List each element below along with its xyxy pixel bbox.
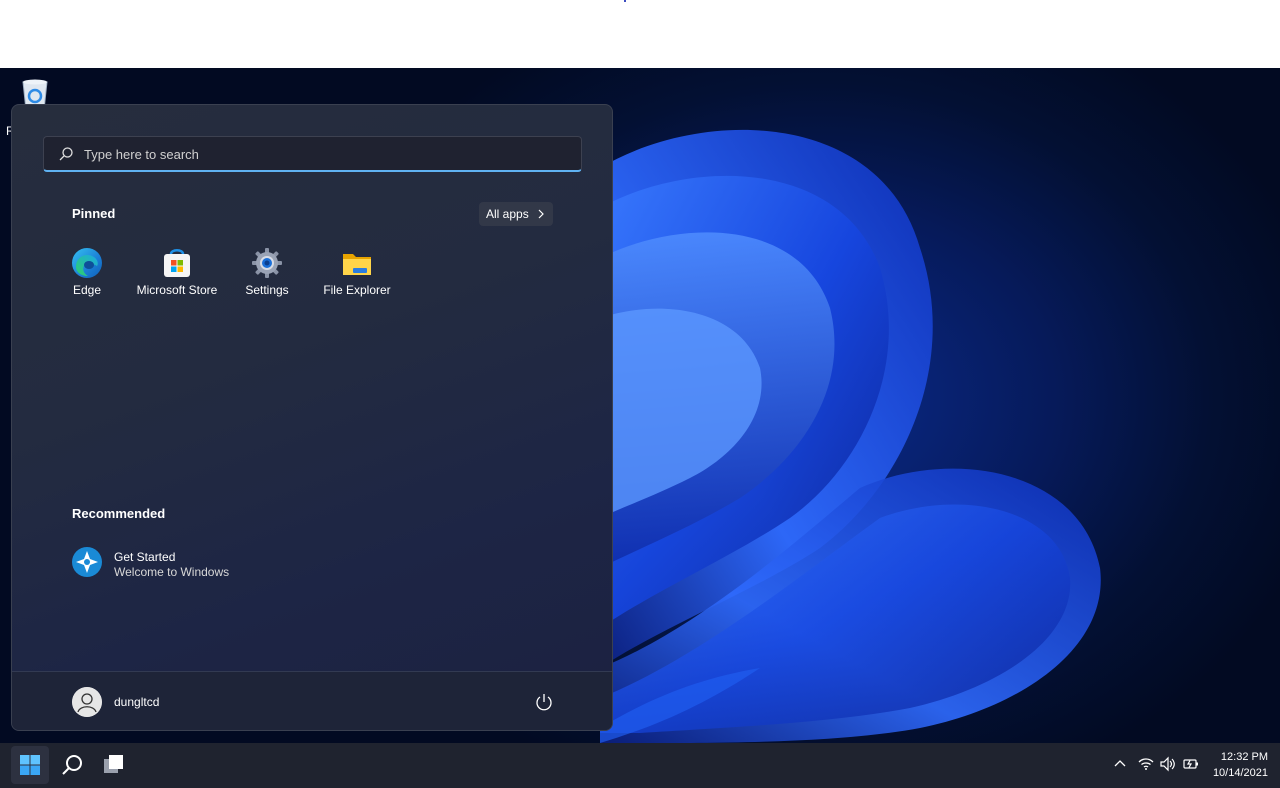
search-placeholder: Type here to search	[84, 147, 199, 162]
pinned-app-microsoft-store[interactable]: Microsoft Store	[134, 245, 220, 303]
clock-date[interactable]: 10/14/2021	[1206, 767, 1268, 779]
task-view-icon[interactable]	[96, 746, 132, 784]
recommended-heading: Recommended	[72, 506, 166, 521]
chevron-up-icon[interactable]	[1111, 755, 1129, 773]
wifi-icon[interactable]	[1137, 755, 1155, 773]
search-icon	[59, 147, 73, 161]
taskbar-search-icon[interactable]	[54, 746, 90, 784]
recommended-item-title: Get Started	[114, 550, 176, 564]
all-apps-label: All apps	[486, 207, 529, 221]
power-icon[interactable]	[534, 692, 554, 712]
search-input[interactable]: Type here to search	[43, 136, 582, 172]
all-apps-button[interactable]: All apps	[479, 202, 553, 226]
microsoft-store-icon	[164, 249, 190, 277]
start-button[interactable]	[11, 746, 49, 784]
recommended-item[interactable]: Get Started Welcome to Windows	[70, 545, 270, 585]
app-label: File Explorer	[323, 283, 391, 297]
avatar	[72, 687, 102, 717]
volume-icon[interactable]	[1159, 755, 1177, 773]
user-account-button[interactable]: dungltcd	[70, 685, 220, 719]
battery-icon[interactable]	[1182, 755, 1200, 773]
chevron-right-icon	[538, 209, 544, 219]
recommended-item-subtitle: Welcome to Windows	[114, 565, 230, 579]
app-label: Microsoft Store	[136, 283, 218, 297]
app-label: Settings	[245, 283, 289, 297]
pinned-app-file-explorer[interactable]: File Explorer	[314, 245, 400, 303]
pinned-app-edge[interactable]: Edge	[44, 245, 130, 303]
app-label: Edge	[72, 283, 102, 297]
pinned-app-settings[interactable]: Settings	[224, 245, 310, 303]
get-started-icon	[72, 547, 102, 577]
start-menu: Type here to search Pinned All apps Edge…	[11, 104, 613, 731]
user-name: dungltcd	[114, 695, 160, 709]
taskbar: 12:32 PM 10/14/2021	[0, 743, 1280, 788]
top-dot	[624, 0, 626, 2]
windows-logo-icon	[20, 755, 40, 775]
start-menu-footer: dungltcd	[12, 671, 612, 730]
settings-gear-icon	[252, 248, 282, 278]
clock-time[interactable]: 12:32 PM	[1212, 751, 1268, 763]
edge-icon	[72, 248, 102, 278]
top-white-strip	[0, 0, 1280, 68]
folder-icon	[343, 254, 371, 275]
pinned-heading: Pinned	[72, 206, 116, 221]
